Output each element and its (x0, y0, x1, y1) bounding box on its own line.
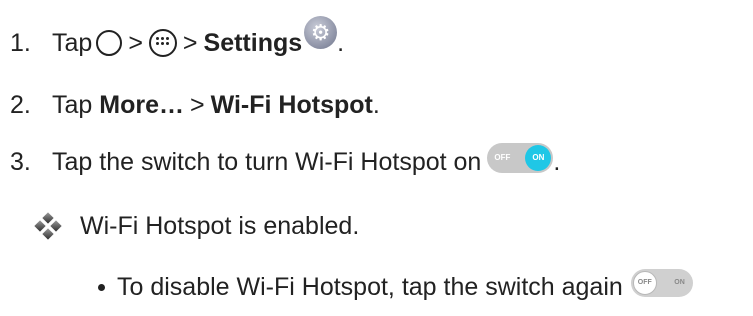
separator: > (128, 28, 143, 57)
settings-icon: ⚙ (304, 16, 338, 49)
toggle-knob: OFF (632, 271, 657, 295)
period: . (372, 91, 380, 119)
toggle-on-text: ON (674, 279, 685, 286)
result-text: Wi-Fi Hotspot is enabled. (80, 212, 360, 240)
wifi-hotspot-label: Wi-Fi Hotspot (210, 91, 373, 119)
period: . (553, 148, 561, 176)
toggle-knob: ON (525, 145, 552, 171)
diamond-icon (34, 212, 62, 240)
result-line: Wi-Fi Hotspot is enabled. (34, 211, 360, 241)
bullet-text: To disable Wi-Fi Hotspot, tap the switch… (117, 273, 623, 301)
step-number: 3. (10, 148, 31, 176)
toggle-on-icon: OFF ON (487, 143, 554, 173)
step-text: Tap (52, 91, 93, 119)
step-2: 2. Tap More… > Wi-Fi Hotspot . (10, 90, 380, 120)
more-label: More… (99, 91, 184, 119)
separator: > (190, 91, 205, 119)
step-text: Tap (52, 28, 93, 57)
step-3: 3. Tap the switch to turn Wi-Fi Hotspot … (10, 143, 561, 177)
period: . (337, 28, 345, 57)
step-number: 1. (10, 28, 31, 57)
settings-label: Settings (203, 28, 303, 57)
bullet-icon (98, 283, 105, 291)
apps-icon (148, 28, 177, 57)
step-text: Tap the switch to turn Wi-Fi Hotspot on (52, 148, 482, 176)
bullet-line: To disable Wi-Fi Hotspot, tap the switch… (98, 269, 693, 302)
separator: > (182, 28, 198, 57)
home-icon (96, 29, 123, 56)
toggle-off-icon: OFF ON (630, 269, 693, 297)
step-1: 1. Tap > > Settings ⚙ . (10, 16, 345, 59)
toggle-off-text: OFF (494, 153, 511, 162)
step-number: 2. (10, 91, 31, 119)
